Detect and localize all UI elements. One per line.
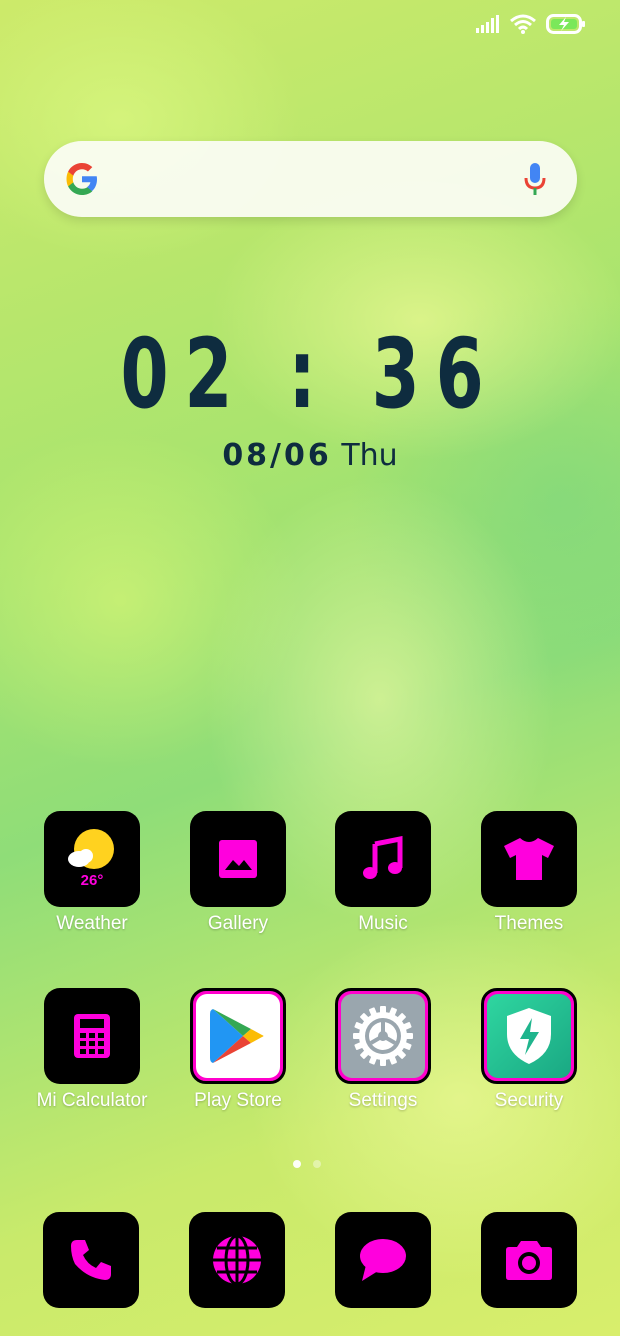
signal-icon [476,15,499,33]
clock-time[interactable]: 02 : 36 [87,318,533,430]
app-label: Weather [56,913,128,934]
gear-icon [335,988,431,1084]
shield-bolt-icon [481,988,577,1084]
dock-phone[interactable] [18,1212,164,1308]
page-dot-active[interactable] [293,1160,301,1168]
page-indicator [293,1160,321,1168]
page-dot[interactable] [313,1160,321,1168]
app-label: Mi Calculator [36,1090,148,1111]
date-weekday: Thu [341,438,398,473]
app-play-store[interactable]: Play Store [165,988,311,1112]
app-security[interactable]: Security [456,988,602,1112]
globe-icon [189,1212,285,1308]
google-logo-icon [66,163,97,195]
phone-icon [43,1212,139,1308]
app-label: Music [358,913,408,934]
clock-date[interactable]: 08/06 Thu [0,438,620,473]
app-mi-calculator[interactable]: Mi Calculator [19,988,165,1112]
image-icon [190,811,286,907]
tshirt-icon [481,811,577,907]
search-input[interactable] [116,159,480,201]
app-music[interactable]: Music [310,811,456,935]
app-label: Security [494,1090,564,1111]
dock-camera[interactable] [456,1212,602,1308]
weather-temperature: 26° [80,872,104,889]
calculator-icon [44,988,140,1084]
app-label: Settings [348,1090,418,1111]
status-bar [476,14,586,34]
music-note-icon [335,811,431,907]
message-icon [335,1212,431,1308]
app-gallery[interactable]: Gallery [165,811,311,935]
google-search-bar[interactable] [44,141,577,217]
app-themes[interactable]: Themes [456,811,602,935]
battery-charging-icon [546,14,585,34]
wifi-icon [510,14,536,34]
weather-icon: 26° [44,811,140,907]
app-label: Play Store [194,1090,282,1111]
app-weather[interactable]: 26° Weather [19,811,165,935]
camera-icon [481,1212,577,1308]
app-label: Themes [494,913,564,934]
app-settings[interactable]: Settings [310,988,456,1112]
date-day-month: 08/06 [222,438,332,473]
play-store-icon [190,988,286,1084]
microphone-icon[interactable] [523,161,547,197]
dock-browser[interactable] [164,1212,310,1308]
app-label: Gallery [207,913,269,934]
dock-messages[interactable] [310,1212,456,1308]
